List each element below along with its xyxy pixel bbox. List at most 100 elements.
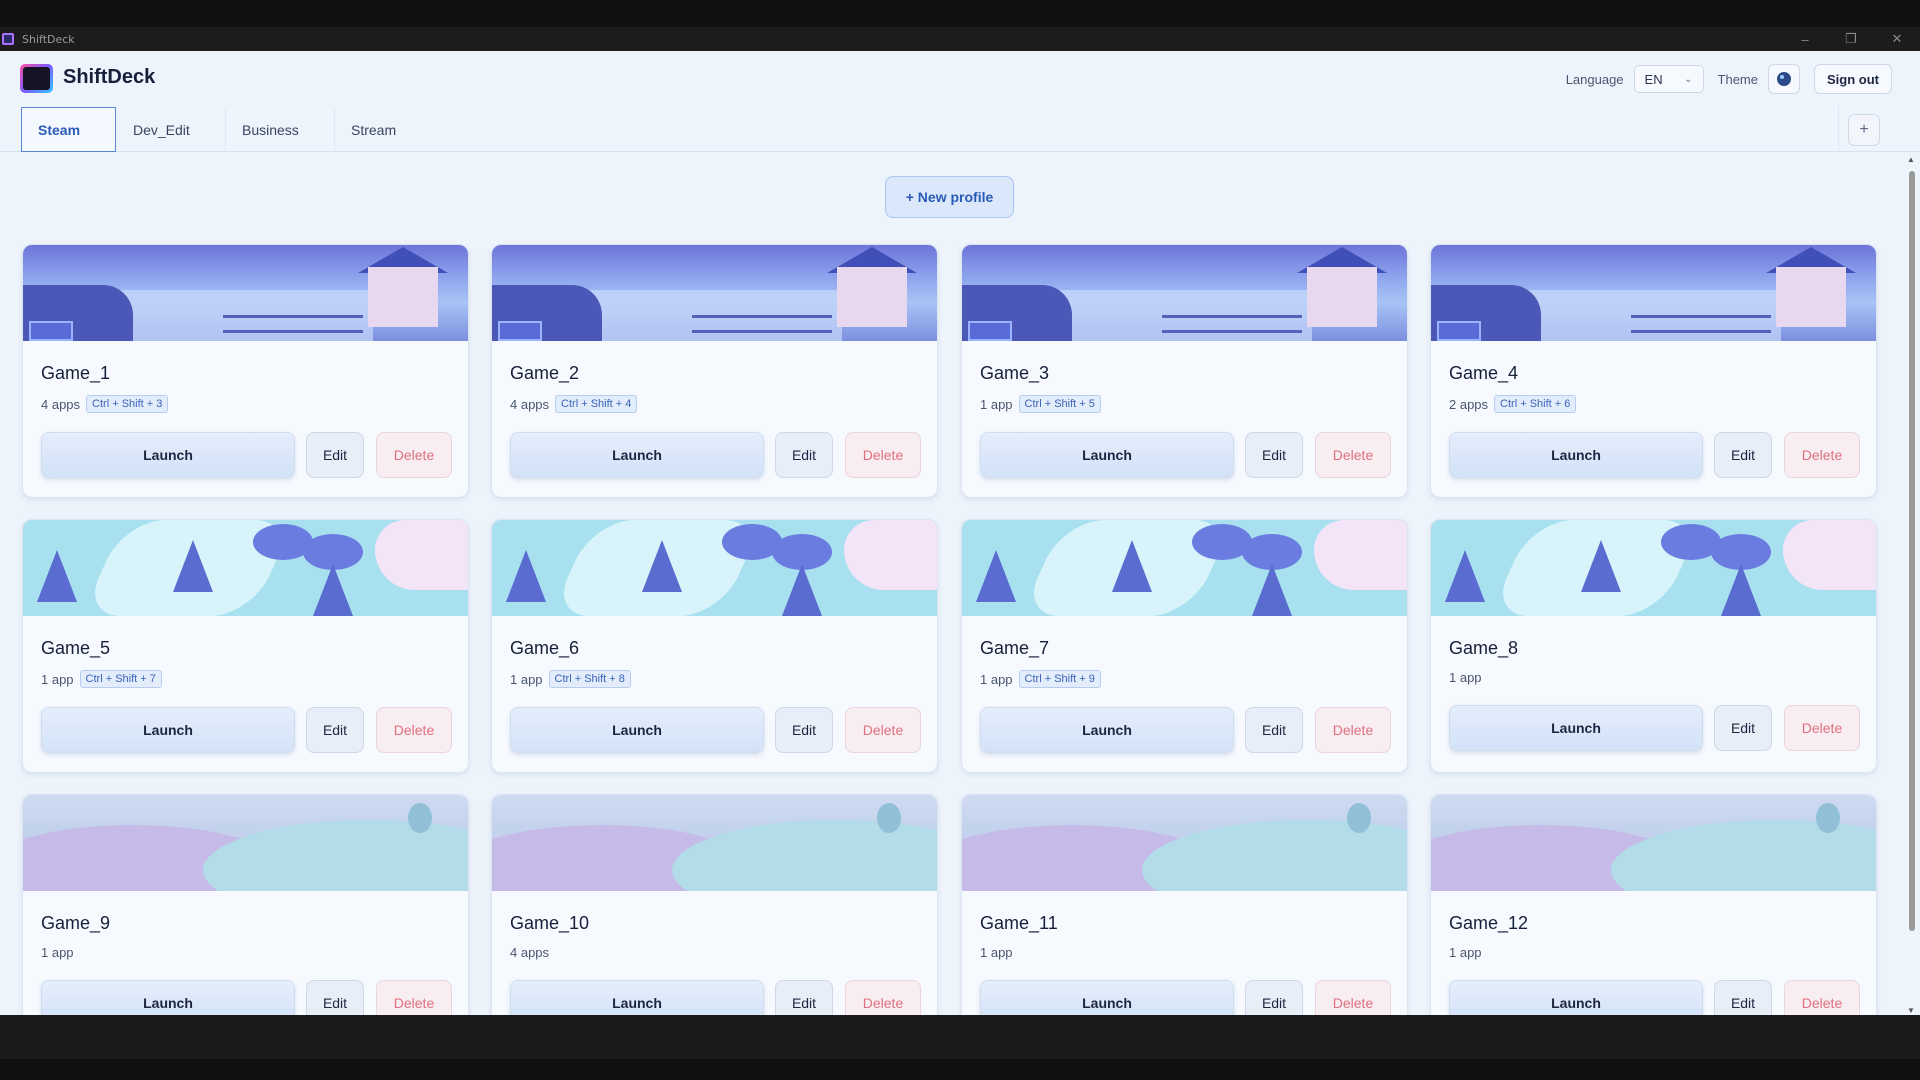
add-tab-button[interactable]: +: [1848, 114, 1880, 146]
profile-card: Game_1 4 apps Ctrl + Shift + 3 Launch Edit De…: [22, 244, 469, 498]
app-count: 1 app: [980, 945, 1013, 960]
profile-card: Game_5 1 app Ctrl + Shift + 7 Launch Edit Del…: [22, 519, 469, 773]
profile-name: Game_4: [1449, 363, 1519, 383]
app-count: 1 app: [41, 945, 74, 960]
edit-button[interactable]: Edit: [1245, 707, 1303, 753]
scroll-down-icon[interactable]: ▼: [1907, 1006, 1915, 1015]
new-profile-button[interactable]: + New profile: [885, 176, 1014, 218]
launch-button[interactable]: Launch: [980, 707, 1234, 753]
edit-button[interactable]: Edit: [775, 432, 833, 478]
profile-card: Game_11 1 app Launch Edit Delete: [961, 794, 1408, 1015]
launch-button[interactable]: Launch: [980, 432, 1234, 478]
app-icon: [2, 33, 14, 45]
app-count: 1 app: [1449, 670, 1482, 685]
palette-icon: [1777, 72, 1791, 86]
edit-button[interactable]: Edit: [1714, 980, 1772, 1015]
delete-button[interactable]: Delete: [1784, 980, 1860, 1015]
profile-card: Game_6 1 app Ctrl + Shift + 8 Launch Edit Del…: [491, 519, 938, 773]
scroll-up-icon[interactable]: ▲: [1907, 155, 1915, 164]
app-count: 1 app: [41, 671, 74, 687]
profile-card: Game_3 1 app Ctrl + Shift + 5 Launch Edit Del…: [961, 244, 1408, 498]
theme-button[interactable]: [1768, 64, 1800, 94]
app-count: 1 app: [980, 396, 1013, 412]
profile-banner-image: [23, 795, 468, 891]
launch-button[interactable]: Launch: [510, 707, 764, 753]
tab-stream[interactable]: Stream: [335, 107, 435, 152]
close-button[interactable]: ✕: [1874, 27, 1920, 51]
profile-tabs: Steam Dev_Edit Business Stream +: [0, 105, 1920, 152]
edit-button[interactable]: Edit: [306, 432, 364, 478]
tab-business[interactable]: Business: [226, 107, 335, 152]
launch-button[interactable]: Launch: [41, 432, 295, 478]
language-select[interactable]: EN ⌄: [1633, 65, 1704, 93]
launch-button[interactable]: Launch: [1449, 980, 1703, 1015]
launch-button[interactable]: Launch: [41, 980, 295, 1015]
app-count: 4 apps: [41, 396, 81, 412]
tab-divider: [1838, 105, 1839, 152]
sign-out-button[interactable]: Sign out: [1814, 64, 1892, 94]
window-titlebar: ShiftDeck – ❐ ✕: [0, 27, 1920, 51]
launch-button[interactable]: Launch: [1449, 705, 1703, 751]
maximize-button[interactable]: ❐: [1828, 27, 1874, 51]
profile-banner-image: [23, 245, 468, 341]
profile-name: Game_12: [1449, 913, 1529, 933]
launch-button[interactable]: Launch: [1449, 432, 1703, 478]
edit-button[interactable]: Edit: [1245, 432, 1303, 478]
scrollbar[interactable]: ▲ ▼: [1907, 155, 1916, 1015]
edit-button[interactable]: Edit: [1714, 705, 1772, 751]
launch-button[interactable]: Launch: [41, 707, 295, 753]
delete-button[interactable]: Delete: [376, 432, 452, 478]
brand-name: ShiftDeck: [63, 66, 156, 88]
language-label: Language: [1565, 71, 1624, 87]
delete-button[interactable]: Delete: [1784, 705, 1860, 751]
edit-button[interactable]: Edit: [306, 980, 364, 1015]
launch-button[interactable]: Launch: [980, 980, 1234, 1015]
hotkey-badge: Ctrl + Shift + 3: [86, 395, 169, 413]
app-count: 4 apps: [510, 396, 550, 412]
tab-steam[interactable]: Steam: [21, 107, 116, 152]
delete-button[interactable]: Delete: [1315, 432, 1391, 478]
tab-dev-edit[interactable]: Dev_Edit: [117, 107, 226, 152]
app-content: ShiftDeck Language EN ⌄ Theme Sign out S…: [0, 51, 1920, 1015]
profile-banner-image: [962, 520, 1407, 616]
scroll-thumb[interactable]: [1909, 171, 1915, 931]
delete-button[interactable]: Delete: [845, 980, 921, 1015]
app-count: 4 apps: [510, 945, 550, 960]
delete-button[interactable]: Delete: [845, 432, 921, 478]
profile-name: Game_8: [1449, 638, 1519, 658]
hotkey-badge: Ctrl + Shift + 6: [1494, 395, 1577, 413]
edit-button[interactable]: Edit: [775, 707, 833, 753]
delete-button[interactable]: Delete: [376, 707, 452, 753]
delete-button[interactable]: Delete: [1315, 980, 1391, 1015]
profile-name: Game_10: [510, 913, 590, 933]
app-count: 1 app: [510, 671, 543, 687]
profile-name: Game_1: [41, 363, 111, 383]
delete-button[interactable]: Delete: [1315, 707, 1391, 753]
launch-button[interactable]: Launch: [510, 432, 764, 478]
profile-banner-image: [962, 245, 1407, 341]
delete-button[interactable]: Delete: [1784, 432, 1860, 478]
profile-banner-image: [1431, 795, 1876, 891]
edit-button[interactable]: Edit: [1714, 432, 1772, 478]
profile-banner-image: [492, 245, 937, 341]
edit-button[interactable]: Edit: [775, 980, 833, 1015]
profile-card: Game_2 4 apps Ctrl + Shift + 4 Launch Edit De…: [491, 244, 938, 498]
delete-button[interactable]: Delete: [376, 980, 452, 1015]
profile-name: Game_2: [510, 363, 580, 383]
profile-banner-image: [492, 795, 937, 891]
launch-button[interactable]: Launch: [510, 980, 764, 1015]
app-header: ShiftDeck Language EN ⌄ Theme Sign out: [0, 51, 1920, 105]
edit-button[interactable]: Edit: [306, 707, 364, 753]
language-value: EN: [1644, 71, 1663, 87]
window-title: ShiftDeck: [22, 32, 75, 46]
hotkey-badge: Ctrl + Shift + 4: [555, 395, 638, 413]
app-count: 1 app: [980, 671, 1013, 687]
delete-button[interactable]: Delete: [845, 707, 921, 753]
profile-name: Game_5: [41, 638, 111, 658]
minimize-button[interactable]: –: [1782, 27, 1828, 51]
edit-button[interactable]: Edit: [1245, 980, 1303, 1015]
profile-name: Game_11: [980, 913, 1058, 933]
app-count: 2 apps: [1449, 396, 1489, 412]
chevron-down-icon: ⌄: [1684, 73, 1693, 85]
profile-banner-image: [492, 520, 937, 616]
